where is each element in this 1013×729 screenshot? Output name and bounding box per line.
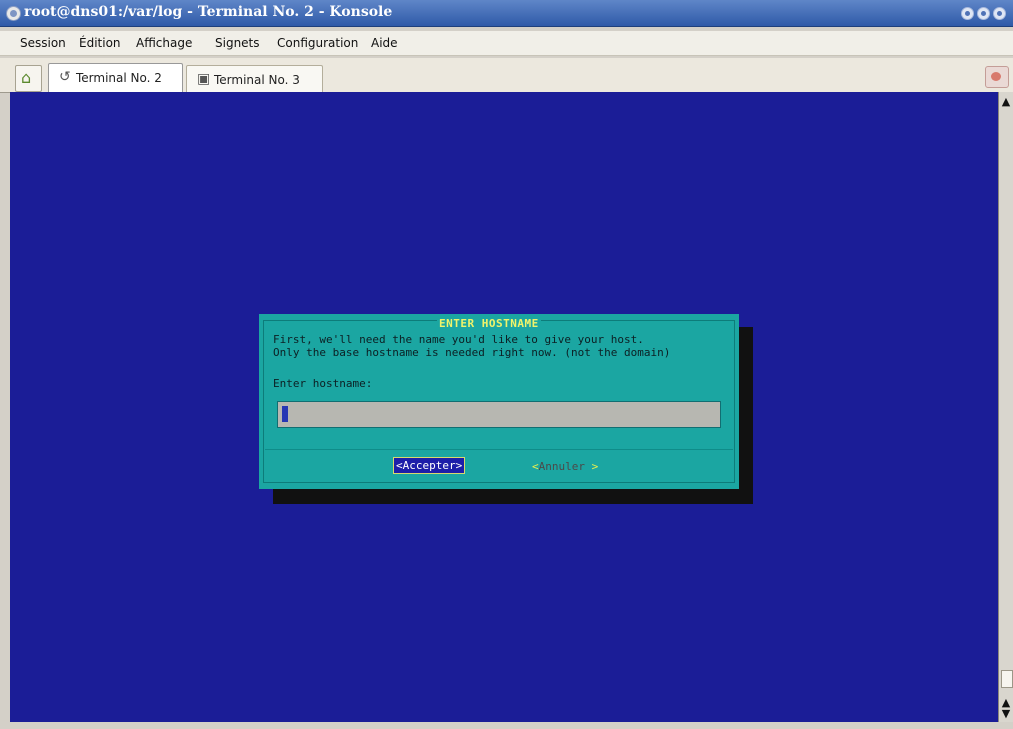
new-session-button[interactable]: ⌂ <box>15 65 42 92</box>
terminal-tab-icon: ↺ <box>59 69 71 85</box>
terminal-scrollbar[interactable]: ▲ ▲ ▼ <box>998 92 1013 722</box>
menu-session[interactable]: Session <box>20 36 66 50</box>
tab-terminal-3[interactable]: ▣ Terminal No. 3 <box>186 65 323 93</box>
clipboard-icon[interactable] <box>985 66 1009 88</box>
tab-label: Terminal No. 3 <box>214 73 300 87</box>
minimize-button[interactable] <box>961 7 974 20</box>
menu-configuration[interactable]: Configuration <box>277 36 358 50</box>
scroll-down-icon[interactable]: ▼ <box>1001 708 1011 719</box>
accept-button[interactable]: <Accepter> <box>393 457 466 474</box>
menu-bar: Session Édition Affichage Signets Config… <box>0 31 1013 56</box>
tab-terminal-2[interactable]: ↺ Terminal No. 2 <box>48 63 183 94</box>
scroll-up-icon[interactable]: ▲ <box>1001 96 1011 107</box>
menu-affichage[interactable]: Affichage <box>136 36 192 50</box>
scroll-thumb[interactable] <box>1001 670 1013 688</box>
window-title: root@dns01:/var/log - Terminal No. 2 - K… <box>24 4 393 20</box>
cancel-label: Annuler <box>538 460 585 473</box>
terminal-tab-icon: ▣ <box>197 71 211 87</box>
cancel-close-bracket: > <box>591 460 599 473</box>
dialog-line-2: Only the base hostname is needed right n… <box>273 346 671 359</box>
hostname-input[interactable] <box>280 405 718 423</box>
menu-edition[interactable]: Édition <box>79 36 121 50</box>
hostname-field[interactable] <box>277 401 721 428</box>
konsole-icon <box>6 6 21 21</box>
menu-aide[interactable]: Aide <box>371 36 398 50</box>
cancel-button[interactable]: <Annuler > <box>532 459 598 474</box>
menu-signets[interactable]: Signets <box>215 36 260 50</box>
dialog-line-1: First, we'll need the name you'd like to… <box>273 333 644 346</box>
tab-label: Terminal No. 2 <box>76 71 162 85</box>
close-button[interactable] <box>993 7 1006 20</box>
dialog-separator <box>265 449 733 450</box>
tab-bar: ⌂ ↺ Terminal No. 2 ▣ Terminal No. 3 <box>0 58 1013 94</box>
dialog-title: ENTER HOSTNAME <box>437 317 541 330</box>
maximize-button[interactable] <box>977 7 990 20</box>
hostname-prompt: Enter hostname: <box>273 377 373 390</box>
enter-hostname-dialog: ENTER HOSTNAME First, we'll need the nam… <box>259 314 739 489</box>
title-bar: root@dns01:/var/log - Terminal No. 2 - K… <box>0 0 1013 27</box>
new-session-icon: ⌂ <box>21 68 32 87</box>
cancel-open-bracket: < <box>532 460 539 473</box>
